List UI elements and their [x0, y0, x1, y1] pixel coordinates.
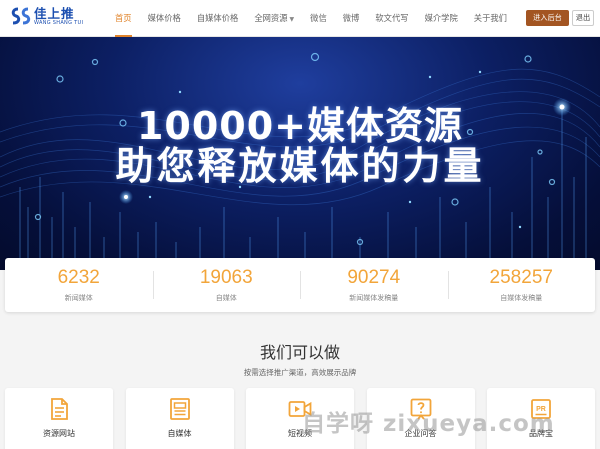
hero-tagline: 助您释放媒体的力量: [115, 144, 485, 188]
main-nav: 首页 媒体价格 自媒体价格 全网资源 ▼ 微信 微博 软文代写 媒介学院 关于我们: [107, 0, 515, 37]
logout-button[interactable]: 退出: [572, 10, 594, 26]
stat-label: 自媒体: [215, 294, 237, 302]
chevron-down-icon: ▼: [289, 16, 295, 23]
hero-banner: 10000+媒体资源 助您释放媒体的力量: [0, 37, 600, 270]
service-card-self-media[interactable]: 自媒体: [125, 388, 234, 449]
page: 佳上推 WANG SHANG TUI 首页 媒体价格 自媒体价格 全网资源 ▼ 微…: [0, 0, 600, 449]
stat-news-media: 6232 新闻媒体: [5, 258, 153, 312]
stat-label: 自媒体发稿量: [500, 294, 543, 302]
nav-item-academy[interactable]: 媒介学院: [417, 0, 466, 37]
card-label: 资源网站: [43, 429, 75, 438]
stat-self-media: 19063 自媒体: [152, 258, 301, 312]
stat-label: 新闻媒体发稿量: [349, 294, 399, 302]
stat-value: 258257: [489, 267, 553, 288]
stat-self-media-posts: 258257 自媒体发稿量: [447, 258, 596, 312]
header: 佳上推 WANG SHANG TUI 首页 媒体价格 自媒体价格 全网资源 ▼ 微…: [0, 0, 600, 37]
stat-value: 90274: [347, 267, 401, 288]
nav-item-all-resources-label: 全网资源: [254, 13, 288, 23]
card-label: 自媒体: [167, 429, 192, 438]
logo-subtitle: WANG SHANG TUI: [34, 20, 84, 26]
stat-news-posts: 90274 新闻媒体发稿量: [300, 258, 448, 312]
article-icon: [169, 398, 190, 420]
nav-item-about[interactable]: 关于我们: [466, 0, 515, 37]
nav-item-all-resources[interactable]: 全网资源 ▼: [246, 0, 302, 37]
watermark: 自学呀 zixueya.com: [302, 411, 555, 437]
nav-item-wechat[interactable]: 微信: [302, 0, 335, 37]
nav-item-home[interactable]: 首页: [107, 0, 140, 37]
stats-bar: 6232 新闻媒体 19063 自媒体 90274 新闻媒体发稿量 258257…: [5, 258, 595, 312]
stat-value: 6232: [57, 267, 100, 288]
service-card-resource-sites[interactable]: 资源网站: [5, 388, 113, 449]
stat-value: 19063: [199, 267, 253, 288]
nav-item-media-price[interactable]: 媒体价格: [140, 0, 189, 37]
nav-item-self-media-price[interactable]: 自媒体价格: [189, 0, 247, 37]
stat-label: 新闻媒体: [64, 294, 93, 302]
section-subtitle: 按需选择推广渠道，高效展示品牌: [243, 368, 357, 377]
logo-mark-icon: [9, 6, 31, 28]
logo-name: 佳上推: [34, 6, 75, 21]
logo[interactable]: 佳上推 WANG SHANG TUI: [9, 6, 83, 28]
document-icon: [51, 398, 68, 420]
enter-admin-button[interactable]: 进入后台: [526, 10, 569, 26]
nav-item-copywriting[interactable]: 软文代写: [367, 0, 416, 37]
section-title: 我们可以做: [259, 343, 340, 362]
nav-item-weibo[interactable]: 微博: [335, 0, 368, 37]
